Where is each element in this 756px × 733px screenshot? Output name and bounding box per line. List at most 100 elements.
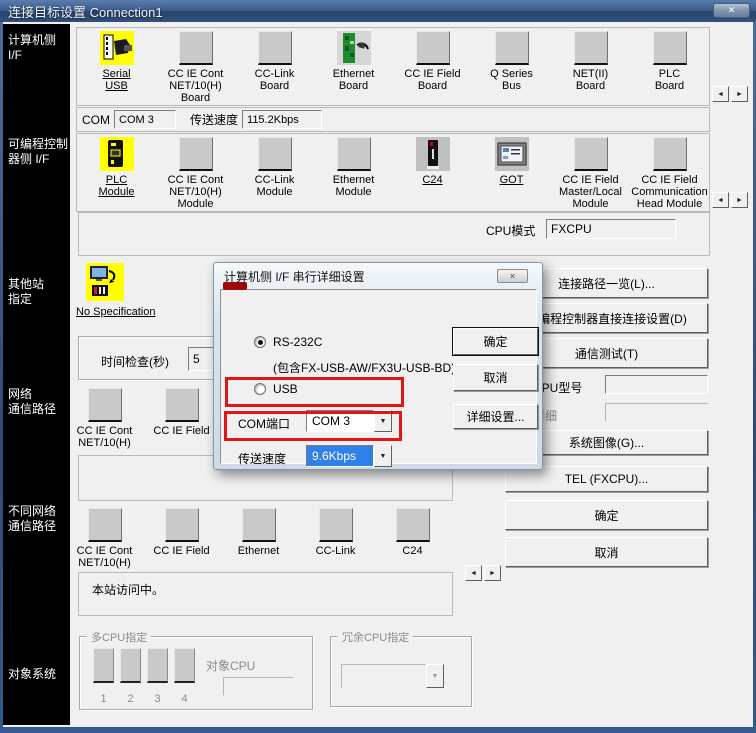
device-got[interactable]: GOT <box>472 134 551 211</box>
com-label: COM <box>82 113 110 127</box>
conet-ccie-cont[interactable]: CC IE Cont NET/10(H) <box>66 505 143 569</box>
board-icon <box>416 31 450 65</box>
rs232c-radio[interactable] <box>254 336 266 348</box>
title-bar[interactable]: 连接目标设置 Connection1 <box>0 0 756 22</box>
baud-label: 传送速度 <box>190 111 238 128</box>
com-port-value[interactable]: COM 3 <box>114 110 176 129</box>
sidebar-item-target-system: 对象系统 <box>8 667 56 682</box>
sidebar-item-co-network-route: 不同网络 通信路径 <box>8 504 56 534</box>
device-cclink-board[interactable]: CC-Link Board <box>235 28 314 105</box>
scroll-left-icon[interactable]: ◄ <box>465 565 482 581</box>
dropdown-icon[interactable]: ▼ <box>374 445 392 467</box>
device-label: C24 <box>402 545 422 557</box>
device-plc-board[interactable]: PLC Board <box>630 28 709 105</box>
net-ccie-field[interactable]: CC IE Field <box>143 385 220 449</box>
device-label: CC IE Field Master/Local Module <box>559 174 622 210</box>
board-icon <box>179 31 213 65</box>
no-spec-art <box>86 263 124 301</box>
redundant-cpu-title: 冗余CPU指定 <box>338 629 413 645</box>
module-icon <box>179 137 213 171</box>
co-network-route-row: CC IE Cont NET/10(H) CC IE Field Etherne… <box>66 505 451 569</box>
serial-usb-icon <box>100 31 134 65</box>
device-plc-module[interactable]: PLC Module <box>77 134 156 211</box>
device-c24[interactable]: C24 <box>393 134 472 211</box>
module-icon <box>165 508 199 542</box>
scroll-left-icon[interactable]: ◄ <box>712 86 729 102</box>
rs232c-label: RS-232C <box>273 335 322 349</box>
close-icon[interactable]: ✕ <box>713 3 750 18</box>
device-cclink-module[interactable]: CC-Link Module <box>235 134 314 211</box>
conet-ethernet[interactable]: Ethernet <box>220 505 297 569</box>
target-cpu-value <box>223 677 294 696</box>
baud-value[interactable]: 115.2Kbps <box>242 110 322 129</box>
device-label: Serial USB <box>102 68 130 92</box>
device-label: NET(II) Board <box>573 68 608 92</box>
dialog-close-icon[interactable]: ✕ <box>497 269 528 283</box>
conet-ccie-field[interactable]: CC IE Field <box>143 505 220 569</box>
cancel-button[interactable]: 取消 <box>505 537 708 567</box>
multi-cpu-group: 多CPU指定 1 2 3 4 对象CPU <box>79 636 313 710</box>
slot-number: 1 <box>93 693 114 705</box>
device-serial-usb[interactable]: Serial USB <box>77 28 156 105</box>
net-ccie-cont[interactable]: CC IE Cont NET/10(H) <box>66 385 143 449</box>
conet-c24[interactable]: C24 <box>374 505 451 569</box>
device-ccie-field-head[interactable]: CC IE Field Communication Head Module <box>630 134 709 211</box>
device-label: CC IE Cont NET/10(H) Module <box>168 174 224 210</box>
redundant-cpu-value <box>341 664 426 688</box>
device-net2-board[interactable]: NET(II) Board <box>551 28 630 105</box>
scroll-right-icon[interactable]: ► <box>731 86 748 102</box>
dialog-detail-button[interactable]: 详细设置... <box>453 404 538 429</box>
module-icon <box>396 508 430 542</box>
module-icon <box>337 137 371 171</box>
device-ccie-field-board[interactable]: CC IE Field Board <box>393 28 472 105</box>
cpu-slot-4 <box>174 648 195 683</box>
got-icon <box>495 137 529 171</box>
conet-cclink[interactable]: CC-Link <box>297 505 374 569</box>
rs232c-note: (包含FX-USB-AW/FX3U-USB-BD) <box>273 359 455 376</box>
cpu-slot-numbers: 1 2 3 4 <box>93 690 195 705</box>
device-label: CC-Link <box>316 545 356 557</box>
annotation-com-port <box>225 377 404 407</box>
device-ccie-field-master[interactable]: CC IE Field Master/Local Module <box>551 134 630 211</box>
board-icon <box>258 31 292 65</box>
device-label: C24 <box>422 174 442 186</box>
status-box: 本站访问中。 <box>78 572 453 616</box>
window-title: 连接目标设置 Connection1 <box>8 2 163 21</box>
ok-button[interactable]: 确定 <box>505 500 708 530</box>
pc-if-scroll: ◄ ► <box>712 86 748 102</box>
module-icon <box>88 508 122 542</box>
dropdown-glyph: ▼ <box>432 673 439 680</box>
device-ccie-cont-board[interactable]: CC IE Cont NET/10(H) Board <box>156 28 235 105</box>
annotation-baud-rate <box>224 411 402 441</box>
network-route-row: CC IE Cont NET/10(H) CC IE Field <box>66 385 220 449</box>
c24-art <box>416 137 450 171</box>
module-icon <box>88 388 122 422</box>
plc-if-device-row: PLC Module CC IE Cont NET/10(H) Module C… <box>76 133 710 212</box>
device-label: Ethernet <box>238 545 280 557</box>
device-label: CC IE Field Board <box>404 68 460 92</box>
device-q-series-bus[interactable]: Q Series Bus <box>472 28 551 105</box>
device-ethernet-board[interactable]: Ethernet Board <box>314 28 393 105</box>
board-icon <box>574 31 608 65</box>
device-label: CC IE Field <box>153 425 209 437</box>
module-icon <box>574 137 608 171</box>
dialog-cancel-button[interactable]: 取消 <box>453 364 538 391</box>
arrow-glyph: ► <box>736 197 743 204</box>
c24-icon <box>416 137 450 171</box>
detail-value <box>605 403 708 422</box>
slot-number: 3 <box>147 693 168 705</box>
device-ethernet-module[interactable]: Ethernet Module <box>314 134 393 211</box>
cpu-mode-box: CPU模式 FXCPU <box>78 212 710 256</box>
dialog-ok-button[interactable]: 确定 <box>453 328 538 355</box>
ethernet-board-icon <box>337 31 371 65</box>
module-icon <box>653 137 687 171</box>
device-label: CC IE Cont NET/10(H) Board <box>168 68 224 104</box>
no-specification-icon[interactable] <box>86 263 124 301</box>
scroll-left-icon[interactable]: ◄ <box>712 192 729 208</box>
com-settings-strip: COM COM 3 传送速度 115.2Kbps <box>76 107 710 132</box>
device-ccie-cont-module[interactable]: CC IE Cont NET/10(H) Module <box>156 134 235 211</box>
scroll-right-icon[interactable]: ► <box>731 192 748 208</box>
no-specification-link[interactable]: No Specification <box>76 306 226 318</box>
scroll-right-icon[interactable]: ► <box>484 565 501 581</box>
baud-rate-combo[interactable]: 9.6Kbps ▼ <box>306 445 392 467</box>
